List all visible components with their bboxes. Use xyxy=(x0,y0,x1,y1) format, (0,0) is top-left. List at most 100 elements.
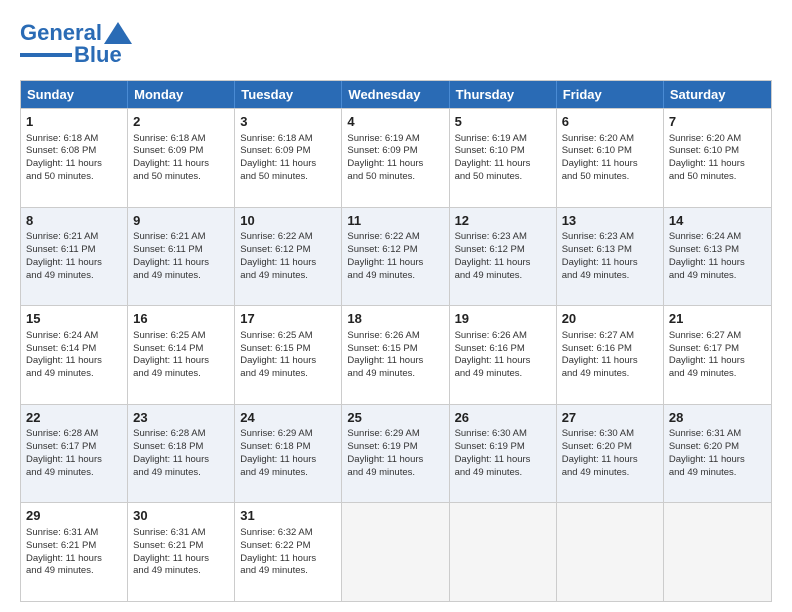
day-number: 20 xyxy=(562,310,658,328)
header: General Blue xyxy=(20,20,772,68)
day-info-line: Sunset: 6:20 PM xyxy=(669,441,766,454)
day-info-line: Sunset: 6:10 PM xyxy=(562,145,658,158)
day-cell-18: 18Sunrise: 6:26 AMSunset: 6:15 PMDayligh… xyxy=(342,306,449,404)
day-info-line: Sunrise: 6:27 AM xyxy=(669,330,766,343)
day-info-line: Sunrise: 6:20 AM xyxy=(669,133,766,146)
day-info-line: Daylight: 11 hours xyxy=(26,257,122,270)
calendar-week-3: 15Sunrise: 6:24 AMSunset: 6:14 PMDayligh… xyxy=(21,305,771,404)
day-info-line: Daylight: 11 hours xyxy=(240,158,336,171)
day-info-line: Sunrise: 6:25 AM xyxy=(240,330,336,343)
day-info-line: and 49 minutes. xyxy=(133,368,229,381)
day-info-line: Daylight: 11 hours xyxy=(669,257,766,270)
day-cell-24: 24Sunrise: 6:29 AMSunset: 6:18 PMDayligh… xyxy=(235,405,342,503)
day-info-line: Sunset: 6:14 PM xyxy=(133,343,229,356)
day-info-line: Sunrise: 6:30 AM xyxy=(562,428,658,441)
day-info-line: Sunrise: 6:31 AM xyxy=(669,428,766,441)
day-cell-8: 8Sunrise: 6:21 AMSunset: 6:11 PMDaylight… xyxy=(21,208,128,306)
day-number: 7 xyxy=(669,113,766,131)
empty-cell xyxy=(450,503,557,601)
day-info-line: Sunset: 6:18 PM xyxy=(133,441,229,454)
empty-cell xyxy=(342,503,449,601)
day-info-line: Daylight: 11 hours xyxy=(455,158,551,171)
day-cell-19: 19 Sunrise: 6:26 AMSunset: 6:16 PMDayligh… xyxy=(450,306,557,404)
day-info-line: Sunset: 6:21 PM xyxy=(26,540,122,553)
day-info-line: Sunset: 6:09 PM xyxy=(240,145,336,158)
day-number: 18 xyxy=(347,310,443,328)
day-number: 19 xyxy=(455,310,551,328)
day-number: 29 xyxy=(26,507,122,525)
day-number: 5 xyxy=(455,113,551,131)
day-info-line: Daylight: 11 hours xyxy=(133,257,229,270)
day-info-line: Daylight: 11 hours xyxy=(347,158,443,171)
day-info-line: Daylight: 11 hours xyxy=(133,553,229,566)
day-info-line: Sunset: 6:11 PM xyxy=(26,244,122,257)
day-number: 27 xyxy=(562,409,658,427)
day-cell-13: 13Sunrise: 6:23 AMSunset: 6:13 PMDayligh… xyxy=(557,208,664,306)
day-cell-28: 28Sunrise: 6:31 AMSunset: 6:20 PMDayligh… xyxy=(664,405,771,503)
day-number: 11 xyxy=(347,212,443,230)
day-number: 22 xyxy=(26,409,122,427)
calendar-week-1: 1Sunrise: 6:18 AMSunset: 6:08 PMDaylight… xyxy=(21,108,771,207)
day-info-line: Daylight: 11 hours xyxy=(347,355,443,368)
day-info-line: Sunset: 6:22 PM xyxy=(240,540,336,553)
day-number: 13 xyxy=(562,212,658,230)
day-number: 16 xyxy=(133,310,229,328)
day-info-line: Sunrise: 6:24 AM xyxy=(669,231,766,244)
day-cell-17: 17Sunrise: 6:25 AMSunset: 6:15 PMDayligh… xyxy=(235,306,342,404)
day-info-line: and 49 minutes. xyxy=(562,368,658,381)
day-info-line: and 50 minutes. xyxy=(26,171,122,184)
day-info-line: and 49 minutes. xyxy=(347,368,443,381)
day-info-line: Sunrise: 6:30 AM xyxy=(455,428,551,441)
calendar-week-5: 29Sunrise: 6:31 AMSunset: 6:21 PMDayligh… xyxy=(21,502,771,601)
day-number: 17 xyxy=(240,310,336,328)
day-cell-16: 16Sunrise: 6:25 AMSunset: 6:14 PMDayligh… xyxy=(128,306,235,404)
day-number: 2 xyxy=(133,113,229,131)
day-info-line: and 49 minutes. xyxy=(26,467,122,480)
day-info-line: Daylight: 11 hours xyxy=(26,158,122,171)
day-info-line: and 50 minutes. xyxy=(240,171,336,184)
day-info-line: Sunset: 6:21 PM xyxy=(133,540,229,553)
day-info-line: and 49 minutes. xyxy=(26,270,122,283)
day-info-line: and 49 minutes. xyxy=(240,467,336,480)
day-info-line: Sunrise: 6:31 AM xyxy=(133,527,229,540)
day-info-line: Daylight: 11 hours xyxy=(455,355,551,368)
day-info-line: and 49 minutes. xyxy=(240,368,336,381)
day-info-line: Sunrise: 6:26 AM xyxy=(455,330,551,343)
day-number: 28 xyxy=(669,409,766,427)
day-cell-20: 20Sunrise: 6:27 AMSunset: 6:16 PMDayligh… xyxy=(557,306,664,404)
day-number: 25 xyxy=(347,409,443,427)
day-cell-27: 27Sunrise: 6:30 AMSunset: 6:20 PMDayligh… xyxy=(557,405,664,503)
day-info-line: and 49 minutes. xyxy=(347,467,443,480)
empty-cell xyxy=(557,503,664,601)
day-info-line: and 50 minutes. xyxy=(562,171,658,184)
day-info-line: Sunrise: 6:19 AM xyxy=(455,133,551,146)
day-info-line: Sunrise: 6:18 AM xyxy=(133,133,229,146)
day-info-line: Sunset: 6:12 PM xyxy=(240,244,336,257)
day-info-line: and 50 minutes. xyxy=(347,171,443,184)
day-info-line: Sunrise: 6:27 AM xyxy=(562,330,658,343)
day-info-line: Daylight: 11 hours xyxy=(562,158,658,171)
day-cell-7: 7Sunrise: 6:20 AMSunset: 6:10 PMDaylight… xyxy=(664,109,771,207)
day-info-line: and 49 minutes. xyxy=(669,368,766,381)
day-info-line: Daylight: 11 hours xyxy=(240,257,336,270)
day-info-line: and 49 minutes. xyxy=(562,270,658,283)
day-info-line: and 49 minutes. xyxy=(562,467,658,480)
day-cell-25: 25Sunrise: 6:29 AMSunset: 6:19 PMDayligh… xyxy=(342,405,449,503)
day-info-line: Daylight: 11 hours xyxy=(240,355,336,368)
day-info-line: Daylight: 11 hours xyxy=(133,454,229,467)
calendar-week-4: 22Sunrise: 6:28 AMSunset: 6:17 PMDayligh… xyxy=(21,404,771,503)
logo-blue: Blue xyxy=(74,42,122,68)
day-info-line: Daylight: 11 hours xyxy=(562,454,658,467)
day-info-line: Daylight: 11 hours xyxy=(562,257,658,270)
day-info-line: Sunset: 6:10 PM xyxy=(669,145,766,158)
day-number: 23 xyxy=(133,409,229,427)
day-info-line: and 50 minutes. xyxy=(455,171,551,184)
day-info-line: Sunrise: 6:20 AM xyxy=(562,133,658,146)
day-cell-10: 10Sunrise: 6:22 AMSunset: 6:12 PMDayligh… xyxy=(235,208,342,306)
day-info-line: Sunrise: 6:22 AM xyxy=(240,231,336,244)
day-info-line: Sunset: 6:09 PM xyxy=(347,145,443,158)
calendar-week-2: 8Sunrise: 6:21 AMSunset: 6:11 PMDaylight… xyxy=(21,207,771,306)
day-number: 15 xyxy=(26,310,122,328)
day-info-line: Sunset: 6:16 PM xyxy=(455,343,551,356)
day-info-line: Daylight: 11 hours xyxy=(455,257,551,270)
